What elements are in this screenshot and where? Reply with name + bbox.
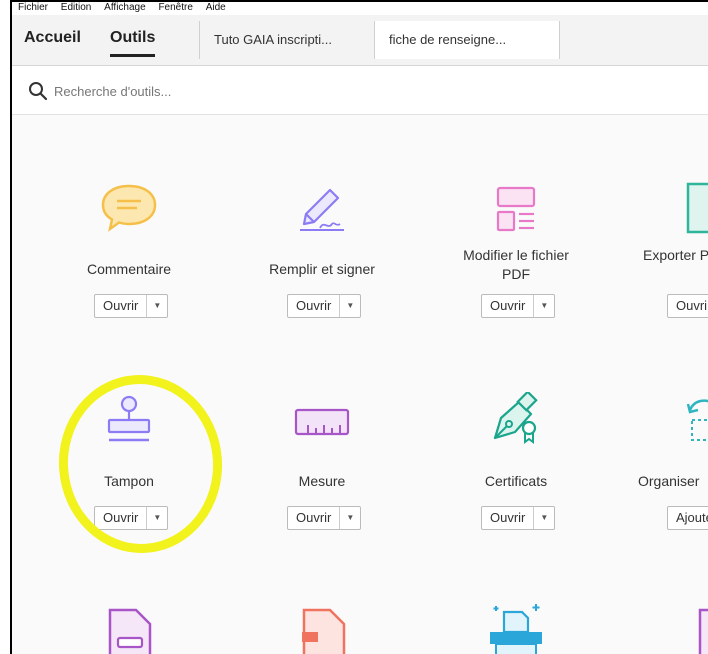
- open-button-mesure[interactable]: Ouvrir ▼: [287, 506, 362, 530]
- tool-card-modifier-pdf: Modifier le fichier PDF Ouvrir ▼: [426, 178, 606, 328]
- search-icon: [29, 82, 48, 101]
- tool-card-mesure: Mesure Ouvrir ▼: [232, 390, 412, 540]
- chevron-down-icon[interactable]: ▼: [147, 295, 167, 317]
- chevron-down-icon[interactable]: ▼: [340, 507, 360, 529]
- open-label[interactable]: Ouvrir: [482, 507, 535, 529]
- open-label[interactable]: Ouvri: [668, 295, 708, 317]
- create-pdf-icon: [302, 608, 346, 654]
- edit-pdf-icon: [496, 186, 536, 232]
- tool-card-remplir-signer: Remplir et signer Ouvrir ▼: [232, 178, 412, 328]
- open-label[interactable]: Ouvrir: [288, 507, 341, 529]
- tab-tools[interactable]: Outils: [110, 29, 156, 57]
- tool-label: Exporter PD: [643, 247, 708, 263]
- chevron-down-icon[interactable]: ▼: [534, 507, 554, 529]
- add-button-organiser[interactable]: Ajoute: [667, 506, 708, 530]
- menu-view[interactable]: Affichage: [104, 2, 146, 13]
- menu-file[interactable]: Fichier: [18, 2, 48, 13]
- pdf-form-icon: [108, 608, 152, 654]
- open-label[interactable]: Ouvrir: [288, 295, 341, 317]
- open-label[interactable]: Ouvrir: [95, 295, 148, 317]
- add-label[interactable]: Ajoute: [668, 507, 708, 529]
- tab-bar: Accueil Outils Tuto GAIA inscripti... fi…: [12, 15, 708, 66]
- tool-card-certificats: Certificats Ouvrir ▼: [426, 390, 606, 540]
- tab-home[interactable]: Accueil: [24, 29, 81, 47]
- menu-window[interactable]: Fenêtre: [158, 2, 192, 13]
- menu-bar: Fichier Edition Affichage Fenêtre Aide: [12, 2, 708, 15]
- export-pdf-icon: [686, 182, 708, 234]
- chevron-down-icon[interactable]: ▼: [534, 295, 554, 317]
- search-input[interactable]: [52, 78, 456, 104]
- protect-icon: [698, 608, 708, 654]
- tool-label: Certificats: [484, 473, 548, 489]
- tool-card-commentaire: Commentaire Ouvrir ▼: [39, 178, 219, 328]
- tool-label: Commentaire: [86, 261, 172, 277]
- doc-tab-fiche[interactable]: fiche de renseigne...: [374, 21, 560, 59]
- organize-icon: [686, 399, 708, 441]
- comment-icon: [101, 184, 157, 232]
- open-button-commentaire[interactable]: Ouvrir ▼: [94, 294, 169, 318]
- fill-sign-icon: [300, 188, 344, 231]
- open-button-certificats[interactable]: Ouvrir ▼: [481, 506, 556, 530]
- tool-label: Modifier le fichier PDF: [463, 247, 569, 282]
- tool-search-bar: [12, 66, 708, 115]
- doc-tab-tuto-gaia[interactable]: Tuto GAIA inscripti...: [199, 21, 375, 59]
- tool-label: Mesure: [298, 473, 346, 489]
- open-label[interactable]: Ouvrir: [482, 295, 535, 317]
- ruler-icon: [294, 408, 350, 436]
- open-button-exporter-pdf[interactable]: Ouvri: [667, 294, 708, 318]
- open-button-modifier-pdf[interactable]: Ouvrir ▼: [481, 294, 556, 318]
- tool-card-exporter-pdf: Exporter PD Ouvri: [612, 178, 708, 328]
- tool-label: Organiser: [638, 473, 700, 489]
- chevron-down-icon[interactable]: ▼: [340, 295, 360, 317]
- menu-edit[interactable]: Edition: [61, 2, 92, 13]
- certificate-icon: [493, 392, 538, 444]
- menu-help[interactable]: Aide: [206, 2, 226, 13]
- scan-icon: [490, 604, 542, 654]
- open-button-remplir-signer[interactable]: Ouvrir ▼: [287, 294, 362, 318]
- acrobat-window: Fichier Edition Affichage Fenêtre Aide A…: [10, 0, 708, 654]
- tool-card-organiser: Organiser Ajoute: [612, 390, 708, 540]
- tool-label: Remplir et signer: [269, 261, 375, 277]
